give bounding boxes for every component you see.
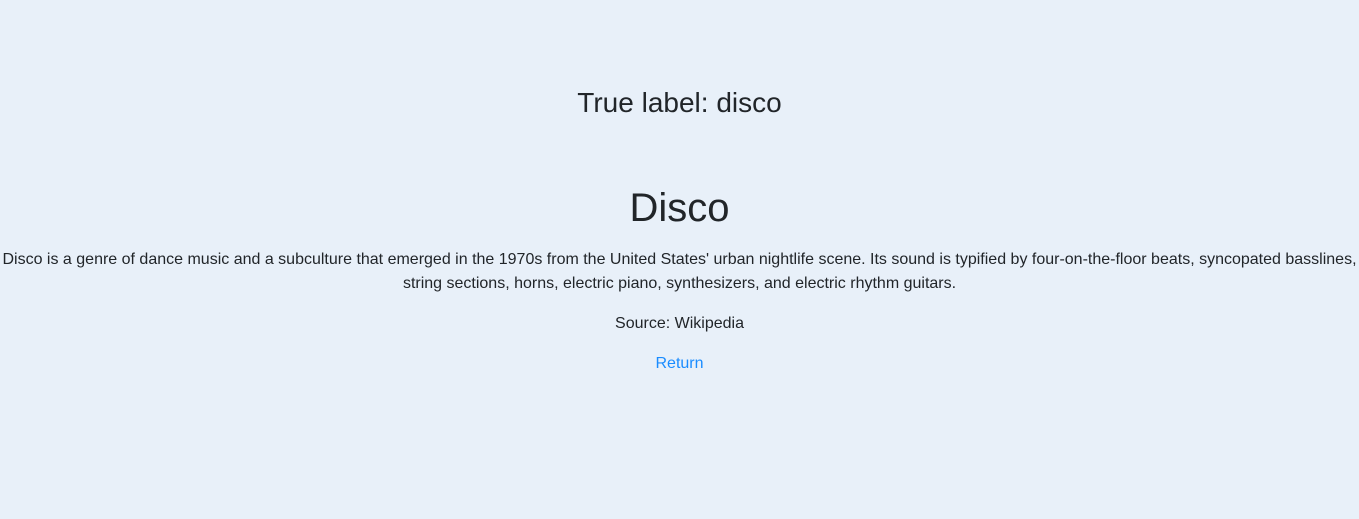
source-text: Source: Wikipedia [615,315,744,332]
genre-description: Disco is a genre of dance music and a su… [2,251,1357,292]
return-link[interactable]: Return [655,355,703,372]
true-label-heading: True label: disco [577,87,782,118]
genre-title: Disco [629,186,730,230]
